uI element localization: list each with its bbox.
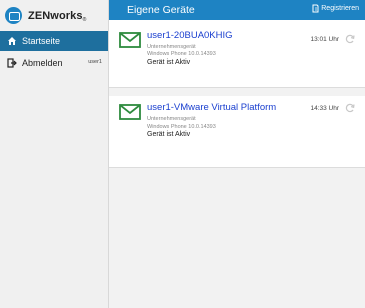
device-name[interactable]: user1-20BUA0KHIG	[147, 30, 233, 41]
sidebar-item-abmelden[interactable]: Abmelden user1	[0, 53, 108, 73]
header: Eigene Geräte Registrieren	[109, 0, 365, 20]
zenworks-logo-icon	[5, 7, 22, 24]
brand-name: ZENworks®	[28, 9, 87, 23]
register-label: Registrieren	[321, 5, 359, 12]
device-time: 14:33 Uhr	[310, 105, 339, 112]
device-os: Windows Phone 10.0.14393	[147, 124, 216, 130]
refresh-icon[interactable]	[345, 34, 355, 44]
logout-icon	[7, 58, 17, 68]
home-icon	[7, 36, 17, 46]
device-os: Windows Phone 10.0.14393	[147, 51, 216, 57]
device-card[interactable]: user1-20BUA0KHIG Unternehmensgerät Windo…	[109, 20, 365, 88]
logged-in-user: user1	[88, 59, 102, 65]
sidebar-item-label: Startseite	[22, 36, 61, 46]
sidebar-item-label: Abmelden	[22, 58, 63, 68]
device-type: Unternehmensgerät	[147, 44, 196, 50]
device-card[interactable]: user1-VMware Virtual Platform Unternehme…	[109, 96, 365, 168]
mail-icon	[119, 32, 141, 48]
device-name[interactable]: user1-VMware Virtual Platform	[147, 102, 276, 113]
sidebar-item-startseite[interactable]: Startseite	[0, 31, 108, 51]
refresh-icon[interactable]	[345, 103, 355, 113]
register-icon	[312, 4, 319, 13]
device-time: 13:01 Uhr	[310, 36, 339, 43]
page-title: Eigene Geräte	[127, 4, 195, 16]
device-type: Unternehmensgerät	[147, 116, 196, 122]
sidebar: ZENworks® Startseite Abmelden user1	[0, 0, 109, 308]
device-status: Gerät ist Aktiv	[147, 59, 191, 66]
mail-icon	[119, 104, 141, 120]
brand: ZENworks®	[0, 0, 108, 31]
register-button[interactable]: Registrieren	[312, 4, 359, 13]
device-status: Gerät ist Aktiv	[147, 131, 191, 138]
